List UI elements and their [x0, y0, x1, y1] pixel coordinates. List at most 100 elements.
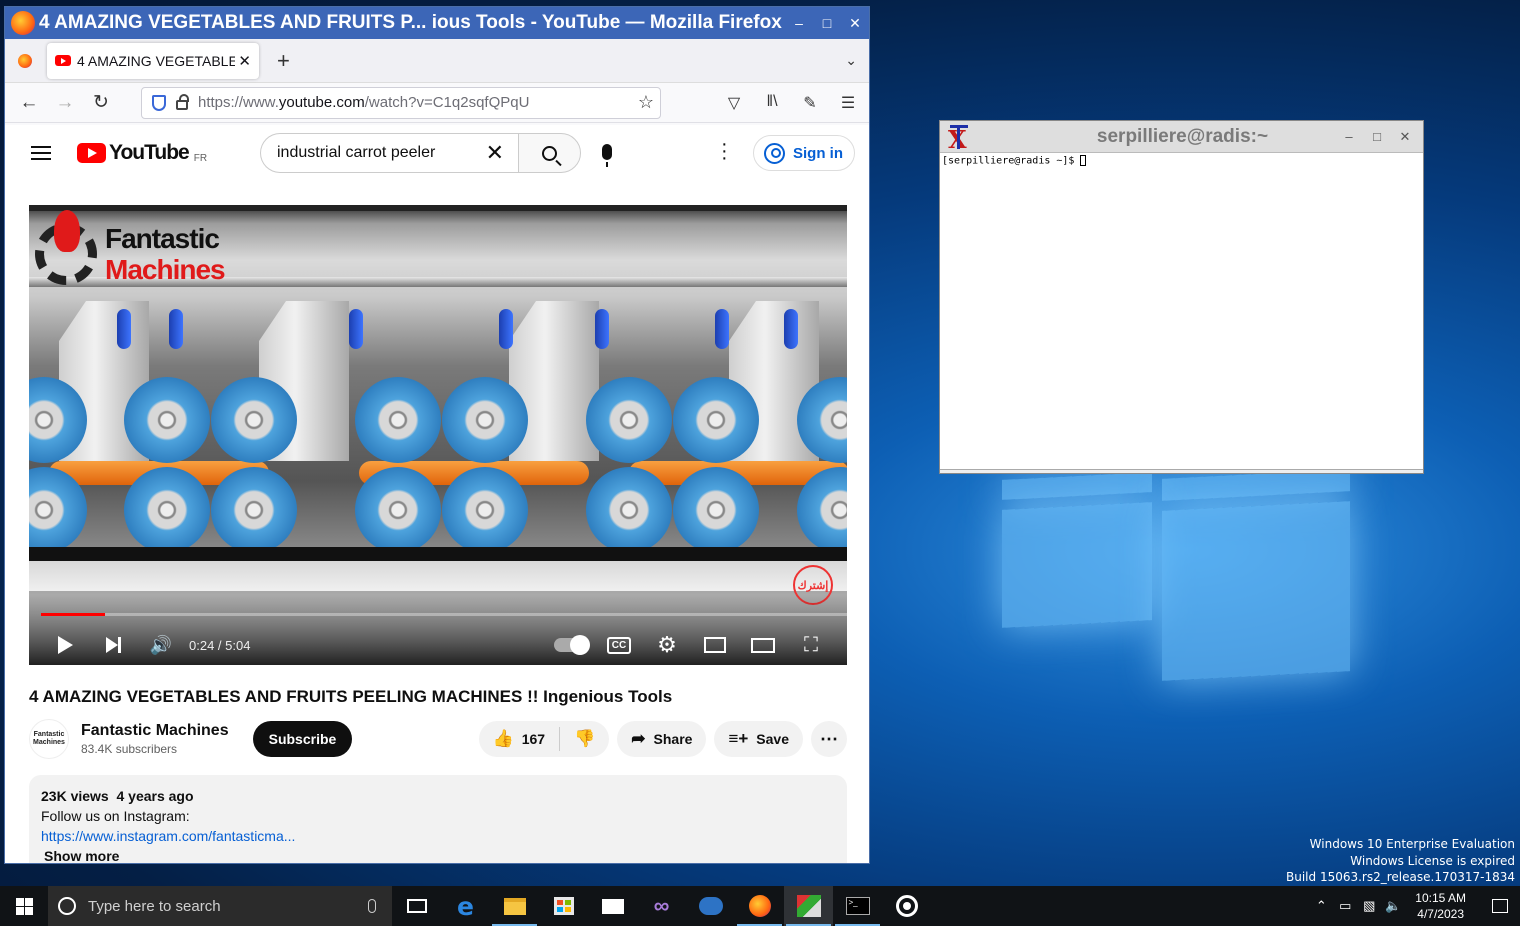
maximize-button[interactable]: □: [813, 15, 841, 31]
battery-icon[interactable]: ▭: [1333, 898, 1357, 914]
text-cursor: [1080, 155, 1087, 166]
ring-app-icon: [895, 895, 918, 917]
progress-fill: [41, 613, 105, 616]
microphone-icon[interactable]: [368, 899, 376, 913]
channel-avatar[interactable]: Fantastic Machines: [29, 719, 69, 759]
start-button[interactable]: [0, 886, 48, 926]
subscribe-button[interactable]: Subscribe: [252, 721, 353, 757]
taskbar-visual-studio[interactable]: ∞: [637, 886, 686, 926]
menu-icon[interactable]: ☰: [833, 93, 863, 113]
mail-icon: [601, 898, 624, 914]
reload-button[interactable]: ↻: [83, 91, 119, 114]
xterm-window[interactable]: X serpilliere@radis:~ – □ ✕ [serpilliere…: [939, 120, 1424, 474]
xterm-close-button[interactable]: ✕: [1391, 129, 1419, 145]
xterm-minimize-button[interactable]: –: [1335, 129, 1363, 144]
xterm-maximize-button[interactable]: □: [1363, 129, 1391, 144]
more-actions-button[interactable]: ⋯: [811, 721, 847, 757]
tab-youtube[interactable]: 4 AMAZING VEGETABLES ✕: [47, 42, 259, 79]
list-all-tabs-icon[interactable]: ⌄: [845, 52, 857, 69]
sign-in-button[interactable]: Sign in: [753, 135, 855, 171]
taskbar-mail[interactable]: [588, 886, 637, 926]
taskbar-firefox[interactable]: [735, 886, 784, 926]
folder-icon: [503, 897, 526, 915]
show-more-button[interactable]: Show more: [44, 846, 835, 863]
taskbar-search-box[interactable]: Type here to search: [48, 886, 392, 926]
next-button[interactable]: [89, 625, 137, 665]
taskbar: Type here to search e ∞ >_ ⌃ ▭ ▧ 🔈 10:15…: [0, 886, 1520, 926]
description-box[interactable]: 23K views 4 years ago Follow us on Insta…: [29, 775, 847, 863]
instagram-link[interactable]: https://www.instagram.com/fantasticma...: [41, 826, 835, 846]
firefox-view-icon[interactable]: [18, 53, 32, 68]
subtitles-button[interactable]: CC: [595, 625, 643, 665]
volume-icon: 🔊: [149, 634, 173, 655]
progress-bar[interactable]: [41, 613, 847, 616]
taskbar-edge[interactable]: e: [441, 886, 490, 926]
taskbar-file-explorer[interactable]: [490, 886, 539, 926]
youtube-header: YouTube FR industrial carrot peeler ✕ · ·…: [5, 125, 869, 181]
lock-icon[interactable]: [176, 93, 189, 110]
taskbar-cloud-app[interactable]: [686, 886, 735, 926]
url-bar[interactable]: https://www. youtube.com/watch?v=C1q2sqfQ…: [141, 86, 661, 119]
network-icon[interactable]: ▧: [1357, 898, 1381, 914]
youtube-favicon-icon: [55, 55, 71, 66]
theater-mode-button[interactable]: [739, 625, 787, 665]
xterm-scrollbar[interactable]: [940, 469, 1423, 473]
like-count[interactable]: 167: [522, 731, 545, 747]
hamburger-menu-icon[interactable]: [31, 142, 51, 164]
youtube-logo[interactable]: YouTube FR: [77, 141, 207, 165]
voice-search-icon[interactable]: [602, 144, 612, 167]
forward-button[interactable]: →: [47, 92, 83, 114]
action-center-button[interactable]: [1480, 899, 1520, 913]
task-view-icon: [406, 899, 427, 913]
gear-flame-logo-icon: [35, 210, 97, 285]
miniplayer-button[interactable]: [691, 625, 739, 665]
taskbar-ring-app[interactable]: [882, 886, 931, 926]
store-icon: [553, 897, 574, 915]
fullscreen-button[interactable]: ⛶: [787, 625, 835, 665]
taskbar-terminal[interactable]: >_: [833, 886, 882, 926]
tracking-protection-icon[interactable]: [152, 94, 166, 111]
clock[interactable]: 10:15 AM 4/7/2023: [1415, 890, 1466, 922]
firefox-window: 4 AMAZING VEGETABLES AND FRUITS P... iou…: [4, 6, 870, 864]
watermark-line2: Machines: [105, 254, 226, 285]
extensions-icon[interactable]: ✎: [795, 93, 825, 113]
next-icon: [105, 637, 121, 653]
terminal-output[interactable]: [serpilliere@radis ~]$: [940, 153, 1423, 169]
firefox-titlebar[interactable]: 4 AMAZING VEGETABLES AND FRUITS P... iou…: [5, 7, 869, 39]
cc-icon: CC: [606, 636, 632, 654]
show-hidden-icons-icon[interactable]: ⌃: [1309, 898, 1333, 914]
mute-button[interactable]: 🔊: [137, 625, 185, 665]
share-button[interactable]: ➦ Share: [617, 721, 707, 757]
play-button[interactable]: [41, 625, 89, 665]
windows-logo-wallpaper: [1000, 469, 1352, 685]
settings-button[interactable]: ⚙: [643, 625, 691, 665]
minimize-button[interactable]: –: [785, 15, 813, 31]
time-display: 0:24 / 5:04: [189, 637, 251, 653]
save-button[interactable]: ≡+ Save: [714, 721, 803, 757]
new-tab-button[interactable]: +: [277, 48, 290, 74]
search-button[interactable]: [518, 133, 581, 173]
tab-close-icon[interactable]: ✕: [238, 52, 251, 70]
volume-icon[interactable]: 🔈: [1381, 898, 1405, 914]
notification-icon: [1492, 899, 1508, 913]
bookmark-star-icon[interactable]: ☆: [638, 92, 654, 113]
video-player[interactable]: Fantastic Machines إشترك 🔊 0:24 / 5:04 C…: [29, 205, 847, 665]
thumbs-down-icon[interactable]: 👎: [574, 729, 595, 749]
pocket-icon[interactable]: ▽: [719, 93, 749, 113]
search-input[interactable]: industrial carrot peeler ✕: [260, 133, 518, 173]
taskbar-x-server[interactable]: [784, 886, 833, 926]
task-view-button[interactable]: [392, 886, 441, 926]
settings-more-icon[interactable]: · · ·: [721, 134, 728, 168]
clear-search-icon[interactable]: ✕: [486, 140, 504, 166]
windows-icon: [15, 897, 33, 915]
view-count-date: 23K views 4 years ago: [41, 788, 194, 804]
autoplay-toggle[interactable]: [547, 625, 595, 665]
xterm-titlebar[interactable]: X serpilliere@radis:~ – □ ✕: [940, 121, 1423, 154]
taskbar-store[interactable]: [539, 886, 588, 926]
back-button[interactable]: ←: [11, 92, 47, 114]
close-button[interactable]: ✕: [841, 15, 869, 32]
channel-name[interactable]: Fantastic Machines: [81, 722, 229, 740]
library-icon[interactable]: ‖\: [757, 93, 787, 113]
play-icon: [57, 636, 73, 654]
thumbs-up-icon[interactable]: 👍: [493, 729, 514, 749]
